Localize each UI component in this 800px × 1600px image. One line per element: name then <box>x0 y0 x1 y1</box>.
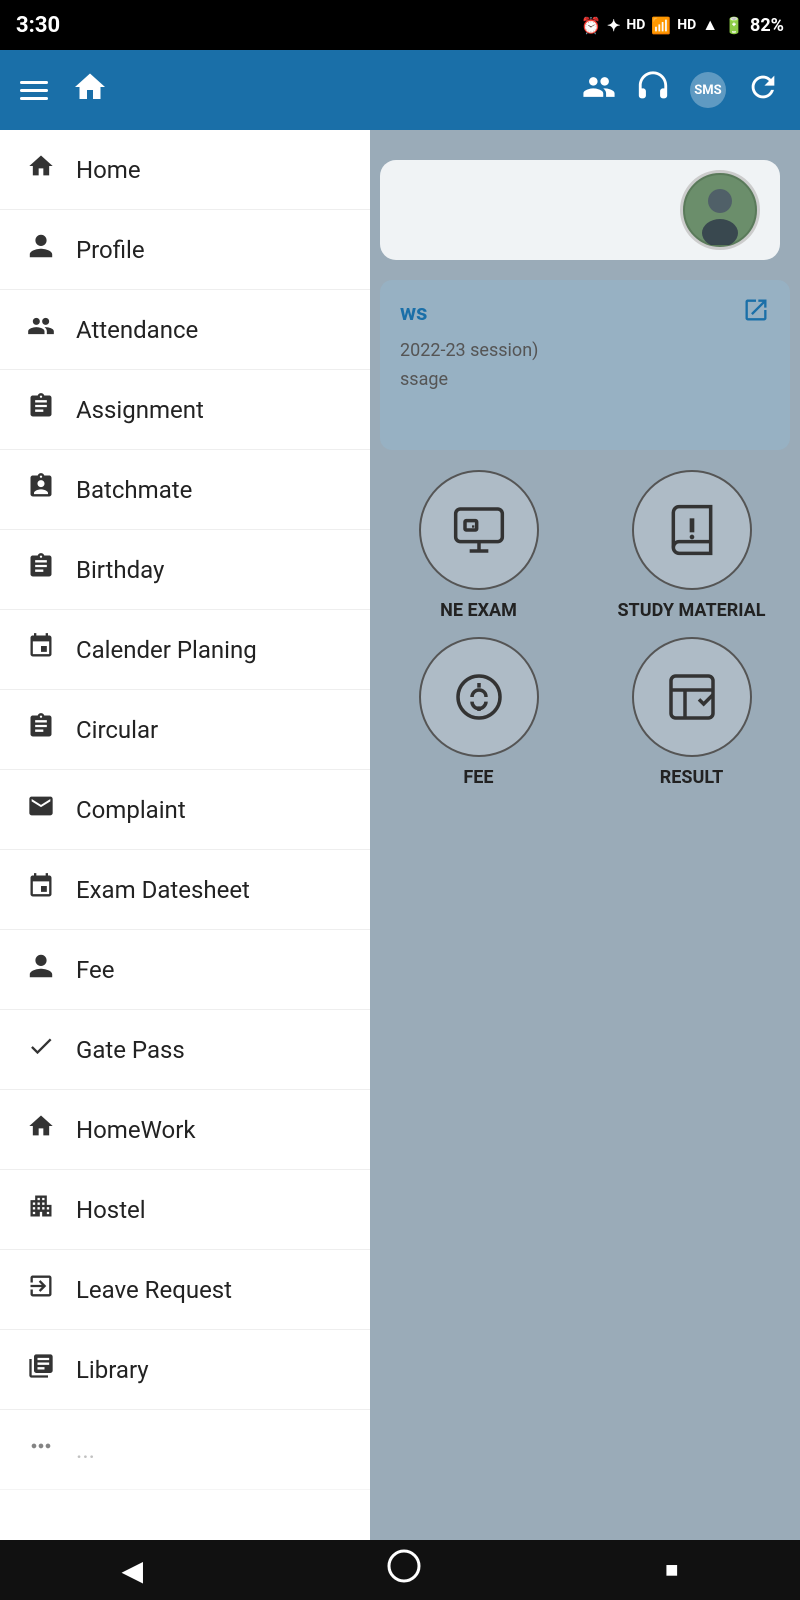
gate-pass-icon <box>24 1032 58 1067</box>
home-nav-icon[interactable] <box>72 69 108 112</box>
signal-bars-icon: ▲ <box>702 15 718 35</box>
sidebar-label-home: Home <box>76 156 141 184</box>
bluetooth-icon: ✦ <box>607 16 620 35</box>
study-material-circle <box>632 470 752 590</box>
quick-access-grid: NE EXAM STUDY MATERIAL <box>380 470 790 788</box>
sidebar-item-complaint[interactable]: Complaint <box>0 770 370 850</box>
sms-icon[interactable]: SMS <box>690 72 726 108</box>
sidebar-label-exam-datesheet: Exam Datesheet <box>76 876 250 904</box>
sidebar-item-homework[interactable]: HomeWork <box>0 1090 370 1170</box>
sidebar-item-fee[interactable]: Fee <box>0 930 370 1010</box>
signal-icon: 📶 <box>651 16 671 35</box>
profile-card <box>380 160 780 260</box>
sidebar-item-calender-planing[interactable]: Calender Planing <box>0 610 370 690</box>
calender-icon <box>24 632 58 667</box>
hd-label1: HD <box>626 17 645 33</box>
top-nav-bar: SMS <box>0 50 800 130</box>
sidebar-label-attendance: Attendance <box>76 316 198 344</box>
fee-label: FEE <box>463 767 493 788</box>
batchmate-icon <box>24 472 58 507</box>
sidebar-item-leave-request[interactable]: Leave Request <box>0 1250 370 1330</box>
complaint-icon <box>24 792 58 827</box>
sidebar-label-profile: Profile <box>76 236 145 264</box>
status-icons: ⏰ ✦ HD 📶 HD ▲ 🔋 82% <box>581 15 784 36</box>
online-exam-label: NE EXAM <box>440 600 517 621</box>
sidebar-item-more[interactable]: ... <box>0 1410 370 1490</box>
back-button[interactable]: ◀ <box>122 1554 144 1587</box>
home-button[interactable] <box>386 1548 422 1592</box>
nav-left-group <box>20 69 108 112</box>
sidebar-label-gate-pass: Gate Pass <box>76 1036 185 1064</box>
sidebar: Home Profile Attendance Assignment <box>0 130 370 1540</box>
sidebar-item-birthday[interactable]: Birthday <box>0 530 370 610</box>
sidebar-item-exam-datesheet[interactable]: Exam Datesheet <box>0 850 370 930</box>
sidebar-item-gate-pass[interactable]: Gate Pass <box>0 1010 370 1090</box>
sidebar-label-assignment: Assignment <box>76 396 204 424</box>
news-section: ws 2022-23 session) ssage <box>380 280 790 450</box>
recents-button[interactable]: ■ <box>665 1557 678 1583</box>
result-circle <box>632 637 752 757</box>
circular-icon <box>24 712 58 747</box>
sidebar-label-leave-request: Leave Request <box>76 1276 232 1304</box>
sidebar-label-homework: HomeWork <box>76 1116 196 1144</box>
quick-item-online-exam[interactable]: NE EXAM <box>380 470 577 621</box>
news-title: ws <box>400 301 427 326</box>
home-icon <box>24 152 58 187</box>
sidebar-label-birthday: Birthday <box>76 556 164 584</box>
fee-circle <box>419 637 539 757</box>
status-time: 3:30 <box>16 13 60 38</box>
sidebar-label-more: ... <box>76 1436 95 1464</box>
battery-percent: 82% <box>750 15 784 36</box>
refresh-icon[interactable] <box>746 70 780 111</box>
exam-datesheet-icon <box>24 872 58 907</box>
headset-icon[interactable] <box>636 70 670 111</box>
sidebar-item-home[interactable]: Home <box>0 130 370 210</box>
sidebar-label-complaint: Complaint <box>76 796 186 824</box>
battery-icon: 🔋 <box>724 16 744 35</box>
sidebar-item-profile[interactable]: Profile <box>0 210 370 290</box>
sidebar-item-attendance[interactable]: Attendance <box>0 290 370 370</box>
profile-icon <box>24 232 58 267</box>
external-link-icon[interactable] <box>742 296 770 330</box>
sidebar-label-calender-planing: Calender Planing <box>76 636 257 664</box>
hd-label2: HD <box>677 17 696 33</box>
more-icon <box>24 1432 58 1467</box>
right-content-area: ws 2022-23 session) ssage NE EXAM <box>370 130 800 1540</box>
menu-button[interactable] <box>20 81 48 100</box>
study-material-label: STUDY MATERIAL <box>617 600 765 621</box>
sidebar-label-batchmate: Batchmate <box>76 476 192 504</box>
quick-item-fee[interactable]: FEE <box>380 637 577 788</box>
library-icon <box>24 1352 58 1387</box>
nav-right-group: SMS <box>582 70 780 111</box>
birthday-icon <box>24 552 58 587</box>
result-label: RESULT <box>660 767 724 788</box>
main-layout: Home Profile Attendance Assignment <box>0 130 800 1540</box>
alarm-icon: ⏰ <box>581 16 601 35</box>
homework-icon <box>24 1112 58 1147</box>
sidebar-label-circular: Circular <box>76 716 158 744</box>
sidebar-item-batchmate[interactable]: Batchmate <box>0 450 370 530</box>
news-session: 2022-23 session) <box>400 340 770 361</box>
sidebar-item-library[interactable]: Library <box>0 1330 370 1410</box>
sidebar-label-library: Library <box>76 1356 149 1384</box>
sidebar-item-circular[interactable]: Circular <box>0 690 370 770</box>
sidebar-label-fee: Fee <box>76 956 114 984</box>
attendance-icon <box>24 312 58 347</box>
leave-request-icon <box>24 1272 58 1307</box>
quick-item-study-material[interactable]: STUDY MATERIAL <box>593 470 790 621</box>
news-header: ws <box>400 296 770 330</box>
sidebar-label-hostel: Hostel <box>76 1196 146 1224</box>
sidebar-item-assignment[interactable]: Assignment <box>0 370 370 450</box>
connect-icon[interactable] <box>582 70 616 111</box>
hostel-icon <box>24 1192 58 1227</box>
sidebar-item-hostel[interactable]: Hostel <box>0 1170 370 1250</box>
status-bar: 3:30 ⏰ ✦ HD 📶 HD ▲ 🔋 82% <box>0 0 800 50</box>
assignment-icon <box>24 392 58 427</box>
avatar <box>680 170 760 250</box>
online-exam-circle <box>419 470 539 590</box>
fee-icon <box>24 952 58 987</box>
quick-item-result[interactable]: RESULT <box>593 637 790 788</box>
bottom-nav: ◀ ■ <box>0 1540 800 1600</box>
news-message: ssage <box>400 369 770 390</box>
